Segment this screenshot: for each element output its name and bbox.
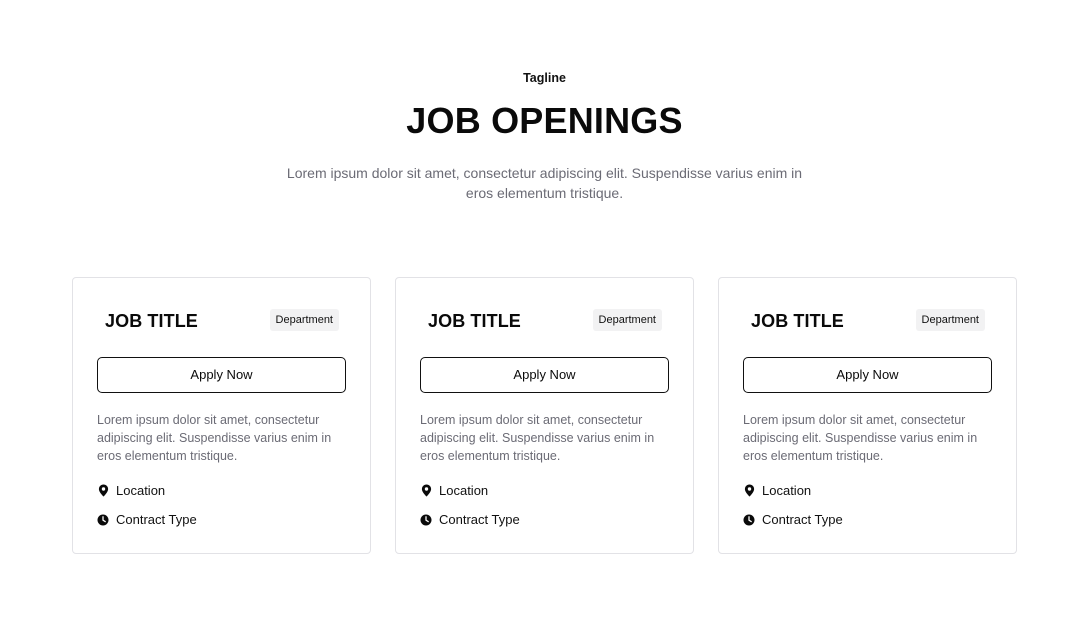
job-openings-page: Tagline JOB OPENINGS Lorem ipsum dolor s… xyxy=(0,0,1089,621)
page-subtitle: Lorem ipsum dolor sit amet, consectetur … xyxy=(286,165,803,201)
location-label: Location xyxy=(439,483,489,498)
clock-icon xyxy=(420,513,432,527)
department-badge: Department xyxy=(915,309,985,331)
job-card: JOB TITLE Department Apply Now Lorem ips… xyxy=(718,277,1017,554)
department-badge: Department xyxy=(269,309,339,331)
location-label: Location xyxy=(762,483,812,498)
job-card: JOB TITLE Department Apply Now Lorem ips… xyxy=(72,277,371,554)
job-contract-type: Contract Type xyxy=(743,512,843,527)
job-description: Lorem ipsum dolor sit amet, consectetur … xyxy=(97,413,332,463)
clock-icon xyxy=(743,513,755,527)
apply-now-button[interactable]: Apply Now xyxy=(743,357,992,393)
job-cards-grid: JOB TITLE Department Apply Now Lorem ips… xyxy=(72,277,1017,554)
contract-type-label: Contract Type xyxy=(762,512,843,527)
clock-icon xyxy=(97,513,109,527)
map-pin-icon xyxy=(420,484,432,498)
map-pin-icon xyxy=(97,484,109,498)
contract-type-label: Contract Type xyxy=(439,512,520,527)
apply-now-button[interactable]: Apply Now xyxy=(97,357,346,393)
job-location: Location xyxy=(420,483,488,498)
job-title: JOB TITLE xyxy=(105,311,198,331)
job-contract-type: Contract Type xyxy=(97,512,197,527)
contract-type-label: Contract Type xyxy=(116,512,197,527)
job-location: Location xyxy=(743,483,811,498)
page-title: JOB OPENINGS xyxy=(406,100,683,141)
location-label: Location xyxy=(116,483,166,498)
department-badge: Department xyxy=(592,309,662,331)
job-location: Location xyxy=(97,483,165,498)
apply-now-button[interactable]: Apply Now xyxy=(420,357,669,393)
map-pin-icon xyxy=(743,484,755,498)
job-contract-type: Contract Type xyxy=(420,512,520,527)
job-title: JOB TITLE xyxy=(428,311,521,331)
job-description: Lorem ipsum dolor sit amet, consectetur … xyxy=(420,413,655,463)
job-title: JOB TITLE xyxy=(751,311,844,331)
tagline: Tagline xyxy=(523,71,566,85)
job-description: Lorem ipsum dolor sit amet, consectetur … xyxy=(743,413,978,463)
job-card: JOB TITLE Department Apply Now Lorem ips… xyxy=(395,277,694,554)
